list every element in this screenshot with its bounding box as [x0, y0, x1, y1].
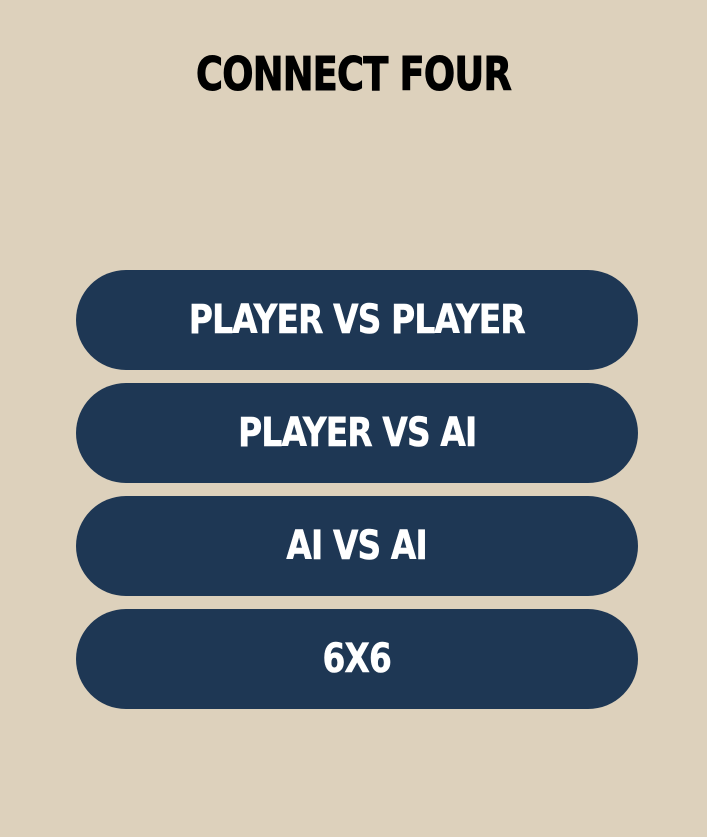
- six-by-six-button[interactable]: 6X6: [76, 609, 638, 709]
- six-by-six-label: 6X6: [322, 636, 393, 683]
- main-menu-screen: CONNECT FOUR PLAYER VS PLAYER PLAYER VS …: [0, 0, 707, 837]
- game-title: CONNECT FOUR: [195, 47, 513, 102]
- player-vs-ai-button[interactable]: PLAYER VS AI: [76, 383, 638, 483]
- ai-vs-ai-button[interactable]: AI VS AI: [76, 496, 638, 596]
- ai-vs-ai-label: AI VS AI: [286, 523, 429, 570]
- game-mode-menu: PLAYER VS PLAYER PLAYER VS AI AI VS AI 6…: [76, 270, 638, 709]
- player-vs-player-button[interactable]: PLAYER VS PLAYER: [76, 270, 638, 370]
- player-vs-ai-label: PLAYER VS AI: [237, 410, 478, 457]
- player-vs-player-label: PLAYER VS PLAYER: [189, 297, 526, 344]
